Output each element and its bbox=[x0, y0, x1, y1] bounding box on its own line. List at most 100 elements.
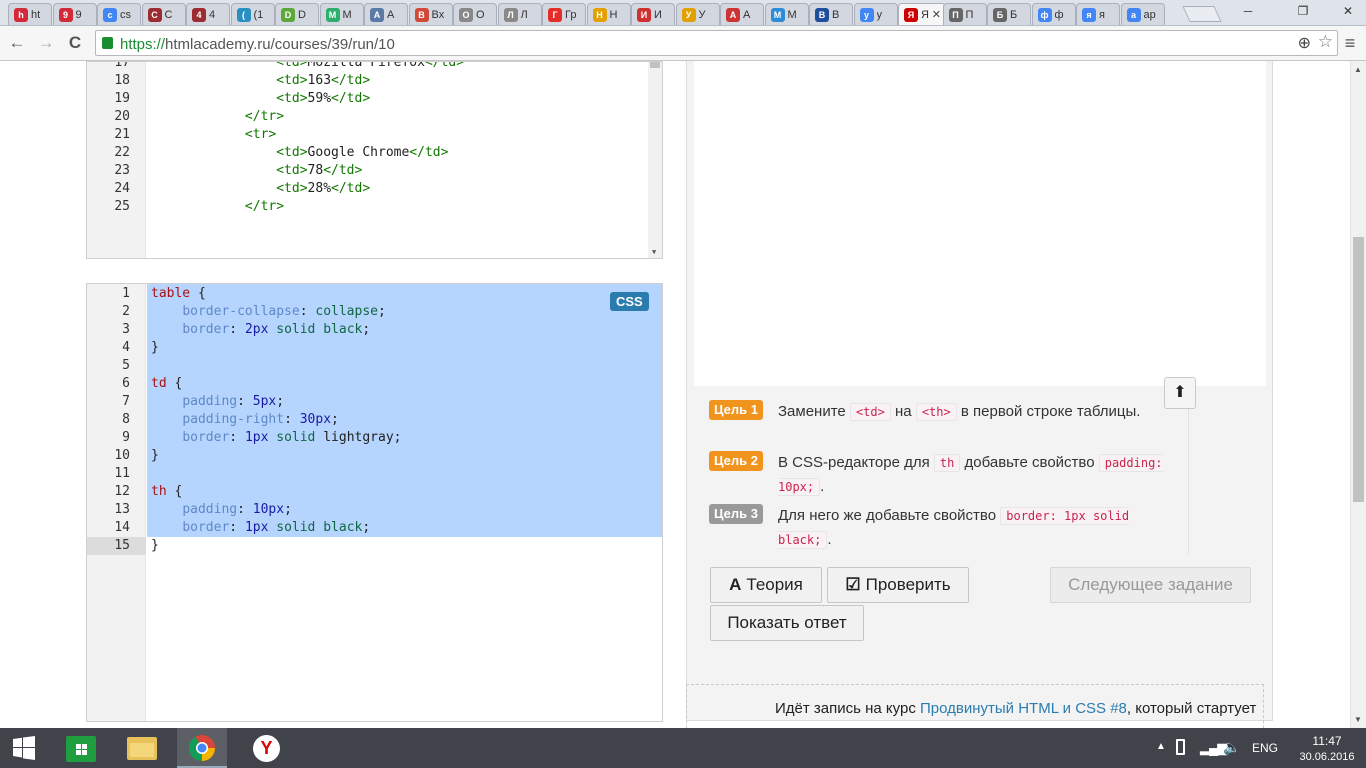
tab-title: C bbox=[164, 9, 173, 21]
code-line[interactable]: th { bbox=[151, 483, 182, 501]
browser-tab[interactable]: НН bbox=[586, 3, 631, 25]
file-explorer-icon[interactable] bbox=[118, 728, 166, 768]
code-line[interactable]: <td>78</td> bbox=[151, 162, 362, 180]
browser-tab[interactable]: ЛЛ bbox=[497, 3, 542, 25]
code-line[interactable]: <td>59%</td> bbox=[151, 90, 370, 108]
line-number: 1 bbox=[122, 286, 130, 301]
show-answer-button[interactable]: Показать ответ bbox=[710, 605, 864, 641]
html-editor-scrollbar[interactable]: ▼ bbox=[648, 62, 662, 258]
code-line[interactable]: padding: 5px; bbox=[151, 393, 284, 411]
reload-button[interactable]: C bbox=[64, 32, 86, 54]
code-line[interactable]: padding-right: 30px; bbox=[151, 411, 339, 429]
browser-tab[interactable]: yy bbox=[853, 3, 898, 25]
google-icon: c bbox=[103, 8, 117, 22]
code-line[interactable]: td { bbox=[151, 375, 182, 393]
browser-tab[interactable]: яя bbox=[1076, 3, 1120, 25]
store-icon[interactable] bbox=[57, 728, 105, 768]
browser-tab[interactable]: Г Гр bbox=[542, 3, 586, 25]
course-link[interactable]: Продвинутый HTML и CSS #8 bbox=[920, 700, 1127, 717]
code-line[interactable]: <td>28%</td> bbox=[151, 180, 370, 198]
browser-tab[interactable]: DD bbox=[275, 3, 319, 25]
zoom-icon[interactable]: ⊕ bbox=[1298, 33, 1311, 53]
html-editor-scroll-thumb[interactable] bbox=[650, 62, 660, 68]
forward-button[interactable]: → bbox=[35, 32, 57, 54]
browser-tab[interactable]: ИИ bbox=[631, 3, 675, 25]
b-icon: A bbox=[370, 8, 384, 22]
close-tab-icon[interactable]: ✕ bbox=[932, 8, 941, 21]
code-line[interactable]: table { bbox=[151, 285, 206, 303]
r-icon: 4 bbox=[192, 8, 206, 22]
start-button[interactable] bbox=[0, 728, 48, 768]
page-scroll-thumb[interactable] bbox=[1353, 237, 1364, 502]
new-tab-button[interactable] bbox=[1182, 6, 1222, 22]
clock-time[interactable]: 11:47 bbox=[1307, 734, 1347, 748]
tab-title: 9 bbox=[75, 9, 82, 21]
browser-tab[interactable]: 99 bbox=[52, 3, 97, 25]
browser-tab[interactable]: c cs bbox=[97, 3, 141, 25]
code-line[interactable]: } bbox=[151, 537, 159, 555]
maximize-button[interactable]: ❐ bbox=[1290, 2, 1316, 20]
b-icon: B bbox=[815, 8, 829, 22]
theory-button[interactable]: A Теория bbox=[710, 567, 822, 603]
browser-tab[interactable]: BB bbox=[809, 3, 853, 25]
close-window-button[interactable]: ✕ bbox=[1335, 2, 1361, 20]
scroll-up-button[interactable]: ⬆ bbox=[1164, 377, 1196, 409]
battery-icon[interactable] bbox=[1176, 739, 1185, 755]
clock-date[interactable]: 30.06.2016 bbox=[1299, 751, 1355, 763]
chrome-icon[interactable] bbox=[177, 728, 227, 768]
browser-tab[interactable]: ОО bbox=[453, 3, 497, 25]
google-icon: y bbox=[859, 8, 874, 22]
back-button[interactable]: ← bbox=[6, 32, 28, 54]
check-button[interactable]: ☑ Проверить bbox=[827, 567, 969, 603]
browser-tab[interactable]: Я Я ✕ bbox=[898, 3, 946, 25]
code-line[interactable]: } bbox=[151, 447, 159, 465]
code-line[interactable]: </tr> bbox=[151, 108, 284, 126]
code-line[interactable]: border-collapse: collapse; bbox=[151, 303, 386, 321]
yandex-browser-icon[interactable]: Y bbox=[242, 728, 290, 768]
browser-tab[interactable]: АА bbox=[720, 3, 764, 25]
code-line[interactable]: <td>163</td> bbox=[151, 72, 370, 90]
url-text[interactable]: https://htmlacademy.ru/courses/39/run/10 bbox=[120, 36, 395, 53]
browser-tab[interactable]: ПП bbox=[942, 3, 987, 25]
browser-tab[interactable]: a ap bbox=[1120, 3, 1165, 25]
next-task-button[interactable]: Следующее задание bbox=[1050, 567, 1251, 603]
browser-tab[interactable]: УУ bbox=[675, 3, 720, 25]
browser-tab[interactable]: AA bbox=[364, 3, 408, 25]
browser-tab[interactable]: 44 bbox=[186, 3, 230, 25]
css-editor[interactable]: 1 table {2 border-collapse: collapse; 3 bo… bbox=[86, 283, 663, 722]
browser-tab[interactable]: ББ bbox=[987, 3, 1031, 25]
code-line[interactable]: padding: 10px; bbox=[151, 501, 292, 519]
css-language-badge: CSS bbox=[610, 292, 649, 311]
browser-tab[interactable]: фф bbox=[1031, 3, 1076, 25]
browser-tab[interactable]: MM bbox=[319, 3, 364, 25]
code-line[interactable]: border: 1px solid black; bbox=[151, 519, 370, 537]
code-line[interactable]: } bbox=[151, 339, 159, 357]
code-line[interactable]: <td>Mozilla Firefox</td> bbox=[151, 62, 464, 72]
browser-tab[interactable]: ММ bbox=[764, 3, 809, 25]
code-line[interactable]: </tr> bbox=[151, 198, 284, 216]
language-indicator[interactable]: ENG bbox=[1252, 741, 1278, 755]
code-snippet: th bbox=[933, 454, 961, 472]
html-editor[interactable]: 17 <td>Mozilla Firefox</td> 18 <td>163</t… bbox=[86, 61, 663, 259]
bookmark-star-icon[interactable]: ☆ bbox=[1318, 32, 1333, 52]
address-bar[interactable]: https://htmlacademy.ru/courses/39/run/10… bbox=[95, 30, 1338, 56]
browser-menu-icon[interactable]: ≡ bbox=[1341, 32, 1359, 54]
browser-tab[interactable]: ((1 bbox=[230, 3, 275, 25]
code-line[interactable]: border: 2px solid black; bbox=[151, 321, 370, 339]
browser-tab[interactable]: h ht bbox=[8, 3, 52, 25]
browser-tab[interactable]: В Вх bbox=[408, 3, 453, 25]
code-line[interactable]: <tr> bbox=[151, 126, 276, 144]
code-line[interactable]: <td>Google Chrome</td> bbox=[151, 144, 448, 162]
show-hidden-icons-icon[interactable]: ▲ bbox=[1156, 741, 1166, 752]
tab-title: Б bbox=[1010, 9, 1018, 21]
volume-icon[interactable]: 🔈 bbox=[1223, 739, 1240, 756]
minimize-button[interactable]: ─ bbox=[1235, 2, 1261, 20]
code-line[interactable]: border: 1px solid lightgray; bbox=[151, 429, 401, 447]
goal-text-part: В CSS-редакторе для bbox=[778, 454, 930, 471]
browser-tab[interactable]: CC bbox=[141, 3, 186, 25]
page-scrollbar[interactable]: ▲ ▼ bbox=[1350, 61, 1366, 728]
scroll-down-arrow-icon[interactable]: ▼ bbox=[652, 248, 656, 256]
scroll-up-arrow-icon[interactable]: ▲ bbox=[1354, 65, 1362, 74]
scroll-down-arrow-icon[interactable]: ▼ bbox=[1354, 715, 1362, 724]
tab-title: я bbox=[1099, 9, 1105, 21]
